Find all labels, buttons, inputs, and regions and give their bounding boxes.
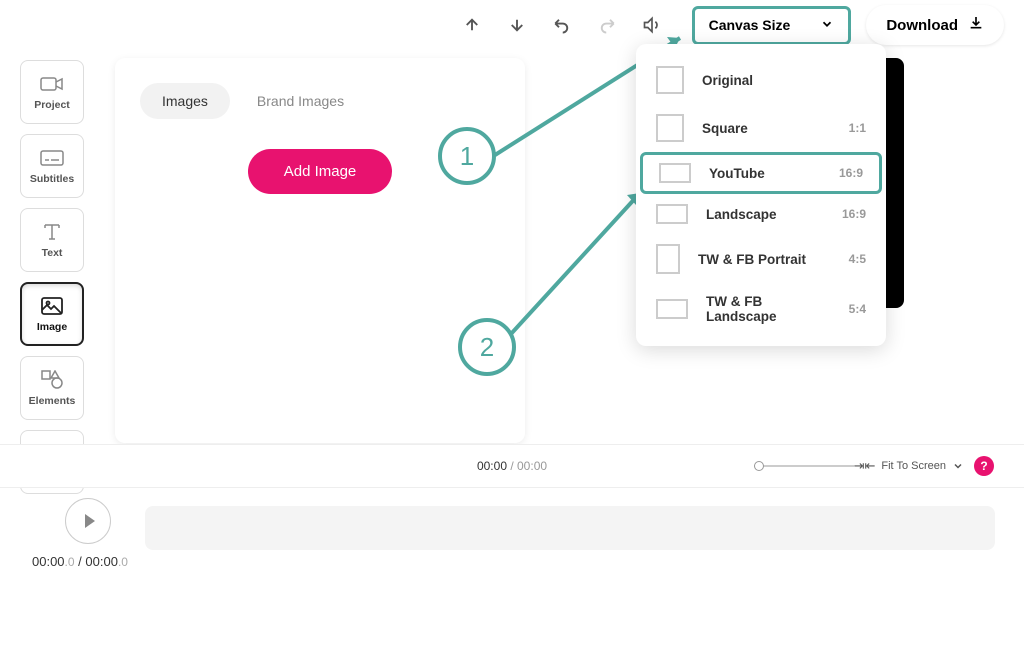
- option-label: YouTube: [709, 166, 821, 181]
- callout-2: 2: [458, 318, 516, 376]
- option-ratio: 16:9: [842, 207, 866, 221]
- sidebar-item-elements[interactable]: Elements: [20, 356, 84, 420]
- time-total: 00:00: [517, 459, 547, 473]
- image-icon: [40, 296, 64, 316]
- callout-arrow-2: [505, 185, 650, 340]
- ratio-icon: [656, 299, 688, 319]
- fit-label: Fit To Screen: [881, 460, 946, 472]
- option-label: Original: [702, 73, 848, 88]
- canvas-size-option-youtube[interactable]: YouTube 16:9: [640, 152, 882, 194]
- callout-1: 1: [438, 127, 496, 185]
- timeline-track[interactable]: [145, 506, 995, 550]
- text-icon: [40, 222, 64, 242]
- option-label: TW & FB Landscape: [706, 294, 831, 324]
- sidebar-item-label: Elements: [29, 395, 76, 407]
- sidebar-item-text[interactable]: Text: [20, 208, 84, 272]
- fit-icon: ⇥⇤: [854, 458, 876, 474]
- sidebar-item-subtitles[interactable]: Subtitles: [20, 134, 84, 198]
- option-ratio: 5:4: [849, 302, 866, 316]
- playbar: 00:00 / 00:00 ⇥⇤ Fit To Screen ?: [0, 444, 1024, 488]
- zoom-handle[interactable]: [754, 461, 764, 471]
- subtitles-icon: [40, 148, 64, 168]
- chevron-down-icon: [820, 17, 834, 34]
- sidebar-item-label: Project: [34, 99, 70, 111]
- sidebar-item-project[interactable]: Project: [20, 60, 84, 124]
- image-panel: Images Brand Images Add Image: [115, 58, 525, 443]
- canvas-size-label: Canvas Size: [709, 17, 791, 33]
- zoom-slider[interactable]: [754, 465, 854, 467]
- fit-to-screen-button[interactable]: ⇥⇤ Fit To Screen: [854, 458, 964, 474]
- ratio-icon: [656, 244, 680, 274]
- option-ratio: 1:1: [849, 121, 866, 135]
- timeline: 00:00.0 / 00:00.0: [0, 488, 1024, 579]
- ratio-icon: [656, 204, 688, 224]
- download-icon: [968, 15, 984, 35]
- arrow-up-icon[interactable]: [462, 15, 482, 35]
- time-current: 00:00: [477, 459, 507, 473]
- canvas-size-option-square[interactable]: Square 1:1: [636, 104, 886, 152]
- option-label: TW & FB Portrait: [698, 252, 831, 267]
- option-ratio: 4:5: [849, 252, 866, 266]
- play-button[interactable]: [65, 498, 111, 544]
- ratio-icon: [659, 163, 691, 183]
- canvas-size-option-fb-landscape[interactable]: TW & FB Landscape 5:4: [636, 284, 886, 334]
- sidebar-item-image[interactable]: Image: [20, 282, 84, 346]
- canvas-size-dropdown: Original Square 1:1 YouTube 16:9 Landsca…: [636, 44, 886, 346]
- help-button[interactable]: ?: [974, 456, 994, 476]
- sidebar-item-label: Text: [42, 247, 63, 259]
- sidebar-item-label: Image: [37, 321, 67, 333]
- option-label: Landscape: [706, 207, 824, 222]
- playbar-time: 00:00 / 00:00: [477, 459, 547, 473]
- tab-brand-images[interactable]: Brand Images: [235, 83, 366, 119]
- sidebar-item-label: Subtitles: [30, 173, 74, 185]
- canvas-size-option-original[interactable]: Original: [636, 56, 886, 104]
- video-icon: [40, 74, 64, 94]
- download-label: Download: [886, 17, 958, 34]
- timeline-time: 00:00.0 / 00:00.0: [32, 554, 994, 569]
- add-image-button[interactable]: Add Image: [248, 149, 393, 194]
- download-button[interactable]: Download: [866, 5, 1004, 45]
- option-label: Square: [702, 121, 831, 136]
- elements-icon: [40, 370, 64, 390]
- ratio-icon: [656, 114, 684, 142]
- tab-images[interactable]: Images: [140, 83, 230, 119]
- ratio-icon: [656, 66, 684, 94]
- chevron-down-icon: [952, 460, 964, 472]
- option-ratio: 16:9: [839, 166, 863, 180]
- play-icon: [85, 514, 95, 528]
- canvas-size-option-portrait[interactable]: TW & FB Portrait 4:5: [636, 234, 886, 284]
- canvas-size-option-landscape[interactable]: Landscape 16:9: [636, 194, 886, 234]
- canvas-size-button[interactable]: Canvas Size: [692, 6, 852, 45]
